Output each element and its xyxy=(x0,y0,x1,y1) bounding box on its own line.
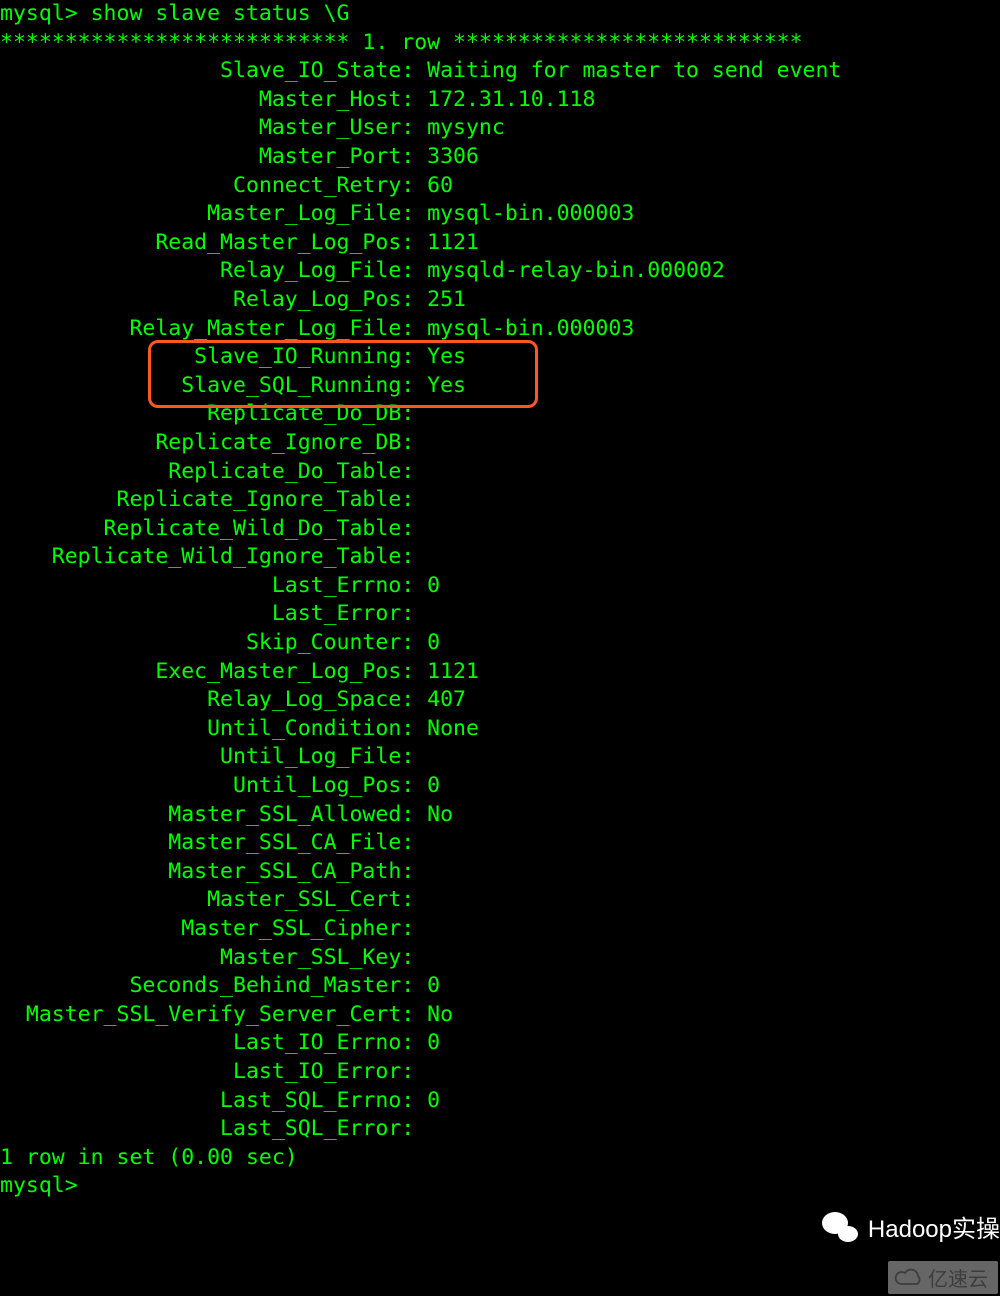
status-field: Master_SSL_Cipher: xyxy=(0,915,1000,944)
status-field: Last_SQL_Error: xyxy=(0,1115,1000,1144)
status-field: Exec_Master_Log_Pos: 1121 xyxy=(0,658,1000,687)
wechat-label: Hadoop实操 xyxy=(868,1209,1000,1244)
status-field: Master_SSL_CA_Path: xyxy=(0,858,1000,887)
status-field: Master_SSL_Cert: xyxy=(0,886,1000,915)
wechat-icon xyxy=(820,1210,860,1244)
status-field: Last_SQL_Errno: 0 xyxy=(0,1087,1000,1116)
status-field: Until_Condition: None xyxy=(0,715,1000,744)
status-field: Read_Master_Log_Pos: 1121 xyxy=(0,229,1000,258)
status-field: Last_IO_Errno: 0 xyxy=(0,1029,1000,1058)
status-field: Skip_Counter: 0 xyxy=(0,629,1000,658)
status-field: Slave_IO_State: Waiting for master to se… xyxy=(0,57,1000,86)
result-footer: 1 row in set (0.00 sec) xyxy=(0,1144,1000,1173)
yisu-label: 亿速云 xyxy=(928,1263,988,1292)
status-field: Replicate_Ignore_Table: xyxy=(0,486,1000,515)
status-field: Relay_Log_Space: 407 xyxy=(0,686,1000,715)
wechat-watermark: Hadoop实操 xyxy=(820,1209,1000,1244)
command-line[interactable]: mysql> show slave status \G xyxy=(0,0,1000,29)
status-field: Slave_SQL_Running: Yes xyxy=(0,372,1000,401)
status-field: Replicate_Ignore_DB: xyxy=(0,429,1000,458)
status-field: Master_SSL_Key: xyxy=(0,944,1000,973)
status-field: Replicate_Do_Table: xyxy=(0,458,1000,487)
status-field: Relay_Master_Log_File: mysql-bin.000003 xyxy=(0,315,1000,344)
status-field: Relay_Log_File: mysqld-relay-bin.000002 xyxy=(0,257,1000,286)
status-field: Replicate_Wild_Ignore_Table: xyxy=(0,543,1000,572)
status-field: Last_Error: xyxy=(0,600,1000,629)
prompt-line[interactable]: mysql> xyxy=(0,1172,1000,1201)
status-field: Master_SSL_Verify_Server_Cert: No xyxy=(0,1001,1000,1030)
status-field: Relay_Log_Pos: 251 xyxy=(0,286,1000,315)
status-field: Last_Errno: 0 xyxy=(0,572,1000,601)
status-field: Master_Log_File: mysql-bin.000003 xyxy=(0,200,1000,229)
status-field: Seconds_Behind_Master: 0 xyxy=(0,972,1000,1001)
cloud-icon xyxy=(894,1268,924,1288)
status-field: Connect_Retry: 60 xyxy=(0,172,1000,201)
status-field: Until_Log_File: xyxy=(0,743,1000,772)
status-field: Master_User: mysync xyxy=(0,114,1000,143)
yisu-watermark: 亿速云 xyxy=(888,1261,998,1294)
status-field: Last_IO_Error: xyxy=(0,1058,1000,1087)
status-field: Replicate_Wild_Do_Table: xyxy=(0,515,1000,544)
status-field: Master_Host: 172.31.10.118 xyxy=(0,86,1000,115)
row-header: *************************** 1. row *****… xyxy=(0,29,1000,58)
status-field: Master_SSL_CA_File: xyxy=(0,829,1000,858)
status-field: Master_SSL_Allowed: No xyxy=(0,801,1000,830)
status-field: Slave_IO_Running: Yes xyxy=(0,343,1000,372)
status-field: Until_Log_Pos: 0 xyxy=(0,772,1000,801)
status-field: Master_Port: 3306 xyxy=(0,143,1000,172)
status-field: Replicate_Do_DB: xyxy=(0,400,1000,429)
terminal-output[interactable]: mysql> show slave status \G*************… xyxy=(0,0,1000,1201)
